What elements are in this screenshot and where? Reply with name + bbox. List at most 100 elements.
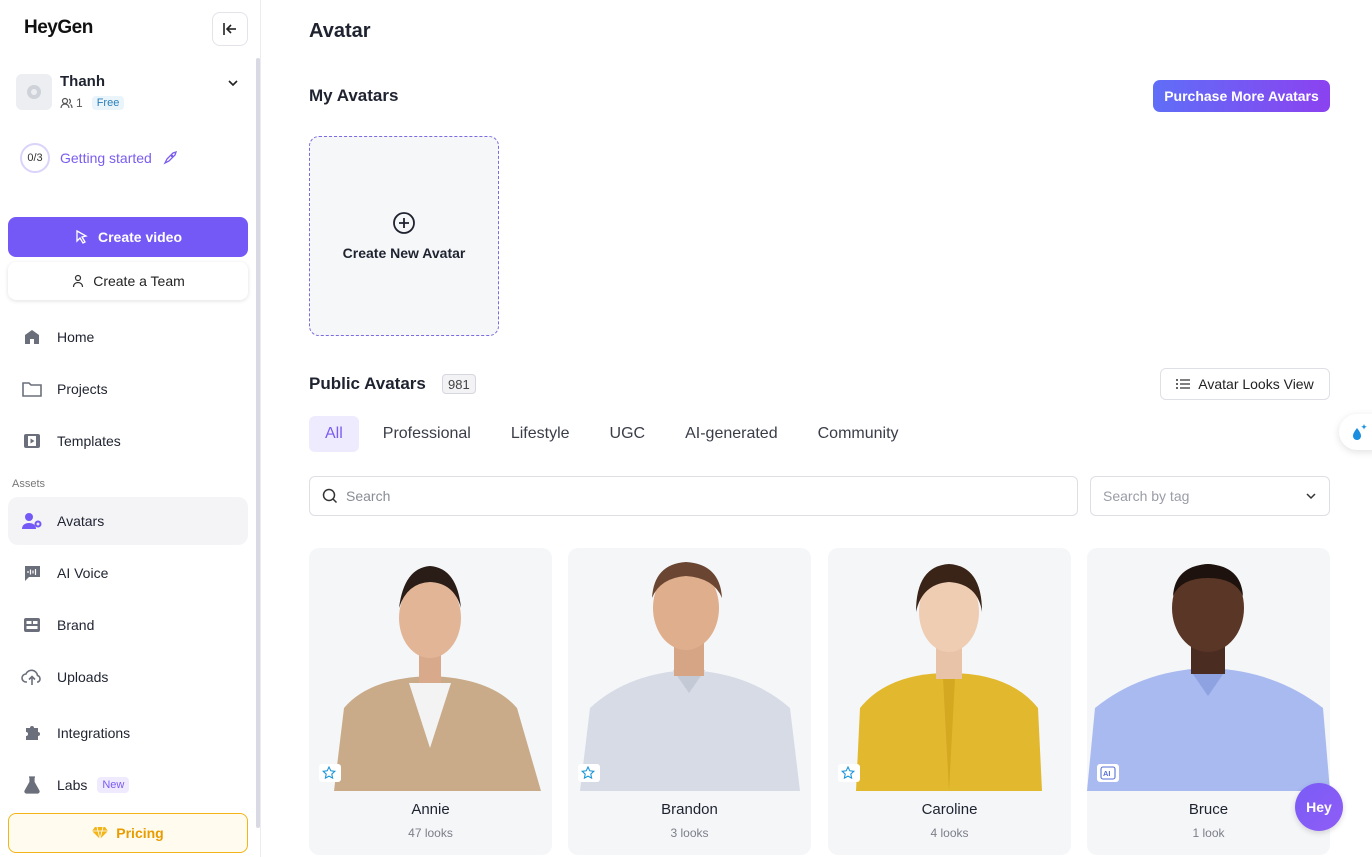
tab-ai-generated[interactable]: AI-generated xyxy=(669,416,794,452)
gear-icon xyxy=(27,85,41,99)
sidebar-item-label: Avatars xyxy=(57,513,105,529)
sparkle-helper-button[interactable] xyxy=(1339,414,1372,450)
avatar-looks-view-label: Avatar Looks View xyxy=(1198,376,1314,392)
diamond-icon xyxy=(92,826,109,840)
pricing-button[interactable]: Pricing xyxy=(8,813,248,853)
create-video-button[interactable]: Create video xyxy=(8,217,248,257)
sidebar-item-ai-voice[interactable]: AI Voice xyxy=(8,549,248,597)
workspace-name: Thanh xyxy=(60,73,105,90)
new-badge: New xyxy=(97,777,130,793)
workspace-switcher[interactable]: Thanh 1 Free xyxy=(16,70,248,114)
avatar-card[interactable]: Annie 47 looks xyxy=(309,548,552,855)
sidebar-item-home[interactable]: Home xyxy=(8,313,248,361)
avatar-looks-count: 4 looks xyxy=(930,826,969,840)
sparkle-star-icon xyxy=(319,764,341,782)
tab-community[interactable]: Community xyxy=(802,416,915,452)
avatar-icon xyxy=(21,510,43,532)
create-new-avatar-label: Create New Avatar xyxy=(342,245,466,261)
avatar-name: Caroline xyxy=(921,801,978,818)
sidebar-item-avatars[interactable]: Avatars xyxy=(8,497,248,545)
workspace-member-count: 1 xyxy=(76,96,83,110)
sparkle-star-icon xyxy=(578,764,600,782)
sidebar-item-label: Home xyxy=(57,329,95,345)
film-icon xyxy=(21,430,43,452)
sidebar-item-templates[interactable]: Templates xyxy=(8,417,248,465)
list-icon xyxy=(1176,379,1191,389)
sparkle-star-icon xyxy=(838,764,860,782)
avatar-name: Annie xyxy=(411,801,450,818)
create-video-label: Create video xyxy=(97,229,183,245)
sidebar-item-labs[interactable]: Labs New xyxy=(8,761,248,809)
avatar-looks-count: 3 looks xyxy=(670,826,709,840)
avatar-looks-count: 47 looks xyxy=(408,826,453,840)
sidebar-item-projects[interactable]: Projects xyxy=(8,365,248,413)
public-avatars-count: 981 xyxy=(442,374,476,394)
sidebar: HeyGen Thanh 1 Free 0/3 Getting started … xyxy=(0,0,261,857)
sidebar-item-label: Integrations xyxy=(57,725,131,741)
purchase-more-avatars-button[interactable]: Purchase More Avatars xyxy=(1153,80,1330,112)
getting-started-label: Getting started xyxy=(60,150,152,166)
users-icon xyxy=(60,97,73,109)
avatar-card[interactable]: Caroline 4 looks xyxy=(828,548,1071,855)
my-avatars-title: My Avatars xyxy=(309,86,399,105)
avatar-card[interactable]: AI Bruce 1 look xyxy=(1087,548,1330,855)
search-by-tag-select[interactable]: Search by tag xyxy=(1090,476,1330,516)
avatar-looks-view-button[interactable]: Avatar Looks View xyxy=(1160,368,1330,400)
heygen-logo[interactable]: HeyGen xyxy=(24,17,93,39)
tab-lifestyle[interactable]: Lifestyle xyxy=(495,416,586,452)
voice-icon xyxy=(21,562,43,584)
collapse-left-icon xyxy=(223,23,236,35)
sidebar-item-label: Labs xyxy=(57,777,88,793)
getting-started-link[interactable]: 0/3 Getting started xyxy=(20,143,178,173)
svg-text:AI: AI xyxy=(1103,769,1111,778)
plan-badge: Free xyxy=(91,96,125,110)
avatar-photo xyxy=(334,566,541,791)
hey-assistant-button[interactable]: Hey xyxy=(1295,783,1343,831)
sidebar-item-uploads[interactable]: Uploads xyxy=(8,653,248,701)
rocket-icon xyxy=(163,150,177,165)
create-new-avatar-card[interactable]: Create New Avatar xyxy=(309,136,499,336)
hey-assistant-label: Hey xyxy=(1306,799,1332,815)
sparkle-drop-icon xyxy=(1353,424,1367,440)
create-team-button[interactable]: Create a Team xyxy=(8,262,248,300)
avatar-name: Bruce xyxy=(1188,801,1229,818)
sidebar-item-label: Uploads xyxy=(57,669,109,685)
chevron-down-icon xyxy=(1306,493,1316,500)
sidebar-item-label: Templates xyxy=(57,433,121,449)
search-icon xyxy=(322,488,338,504)
puzzle-icon xyxy=(21,722,43,744)
search-box xyxy=(309,476,1078,516)
sidebar-item-brand[interactable]: Brand xyxy=(8,601,248,649)
flask-icon xyxy=(21,774,43,796)
avatar-photo xyxy=(580,562,800,791)
avatar-photo xyxy=(856,564,1042,791)
chevron-down-icon xyxy=(228,80,238,87)
collapse-sidebar-button[interactable] xyxy=(212,12,248,46)
search-by-tag-placeholder: Search by tag xyxy=(1103,488,1190,504)
tab-all[interactable]: All xyxy=(309,416,359,452)
cursor-pointer-icon xyxy=(76,229,88,244)
home-icon xyxy=(21,326,43,348)
avatar-card[interactable]: Brandon 3 looks xyxy=(568,548,811,855)
avatar-category-tabs: All Professional Lifestyle UGC AI-genera… xyxy=(309,416,923,452)
pricing-label: Pricing xyxy=(116,825,164,841)
sidebar-item-label: Projects xyxy=(57,381,108,397)
sidebar-scrollbar[interactable] xyxy=(256,58,260,828)
upload-cloud-icon xyxy=(21,666,43,688)
sidebar-item-integrations[interactable]: Integrations xyxy=(8,709,248,757)
tab-ugc[interactable]: UGC xyxy=(594,416,662,452)
public-avatars-title: Public Avatars xyxy=(309,374,426,393)
avatar-name: Brandon xyxy=(661,801,718,818)
ai-badge-icon: AI xyxy=(1097,764,1119,782)
tab-professional[interactable]: Professional xyxy=(367,416,487,452)
sidebar-item-label: AI Voice xyxy=(57,565,109,581)
search-input[interactable] xyxy=(346,488,1046,504)
user-icon xyxy=(73,274,84,288)
folder-icon xyxy=(21,378,43,400)
brand-icon xyxy=(21,614,43,636)
getting-started-progress: 0/3 xyxy=(20,143,50,173)
avatar-photo xyxy=(1087,564,1330,791)
assets-section-label: Assets xyxy=(12,478,46,490)
create-team-label: Create a Team xyxy=(93,273,185,289)
plus-circle-icon xyxy=(393,212,415,234)
